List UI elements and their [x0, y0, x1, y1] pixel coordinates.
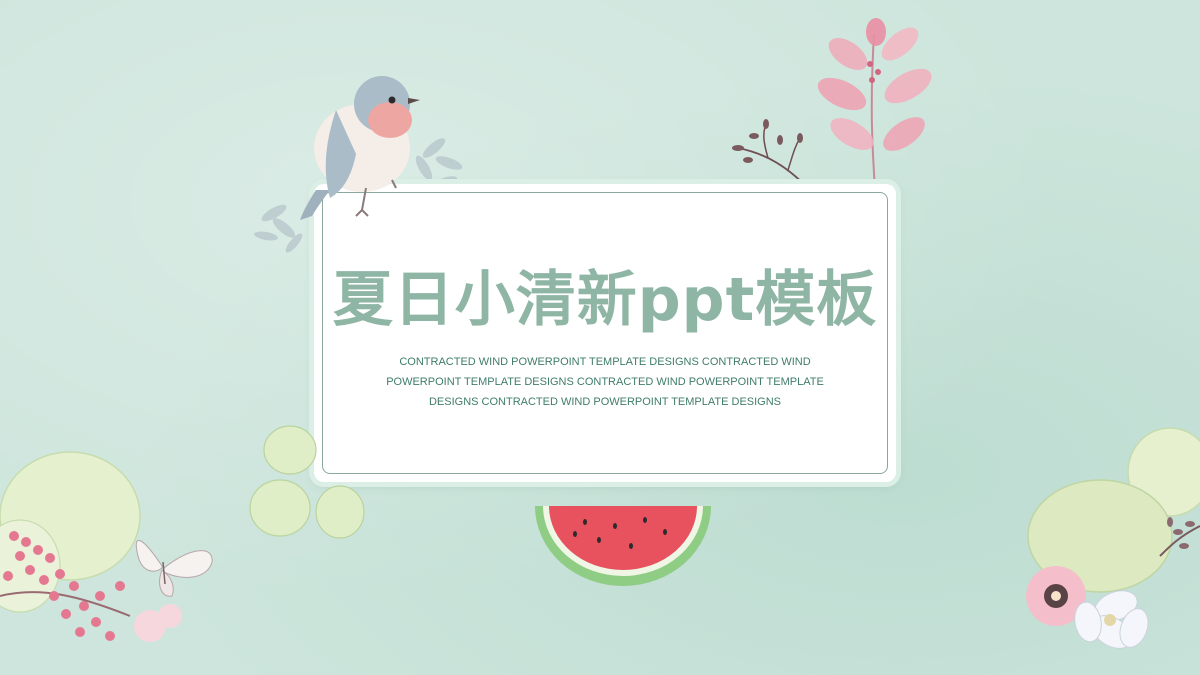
slide-subtitle: CONTRACTED WIND POWERPOINT TEMPLATE DESI… — [386, 356, 824, 408]
bird-icon — [300, 76, 420, 220]
slide-title: 夏日小清新ppt模板 — [332, 265, 878, 335]
berry-branch-icon — [0, 451, 213, 642]
flower-foliage-icon — [1026, 427, 1200, 649]
watermelon-icon — [535, 506, 711, 586]
green-leaves-icon — [249, 425, 365, 539]
pink-leaf-branch-icon — [817, 18, 932, 190]
title-card: 夏日小清新ppt模板 CONTRACTED WIND POWERPOINT TE… — [314, 184, 896, 482]
dark-branch-icon — [732, 119, 809, 189]
